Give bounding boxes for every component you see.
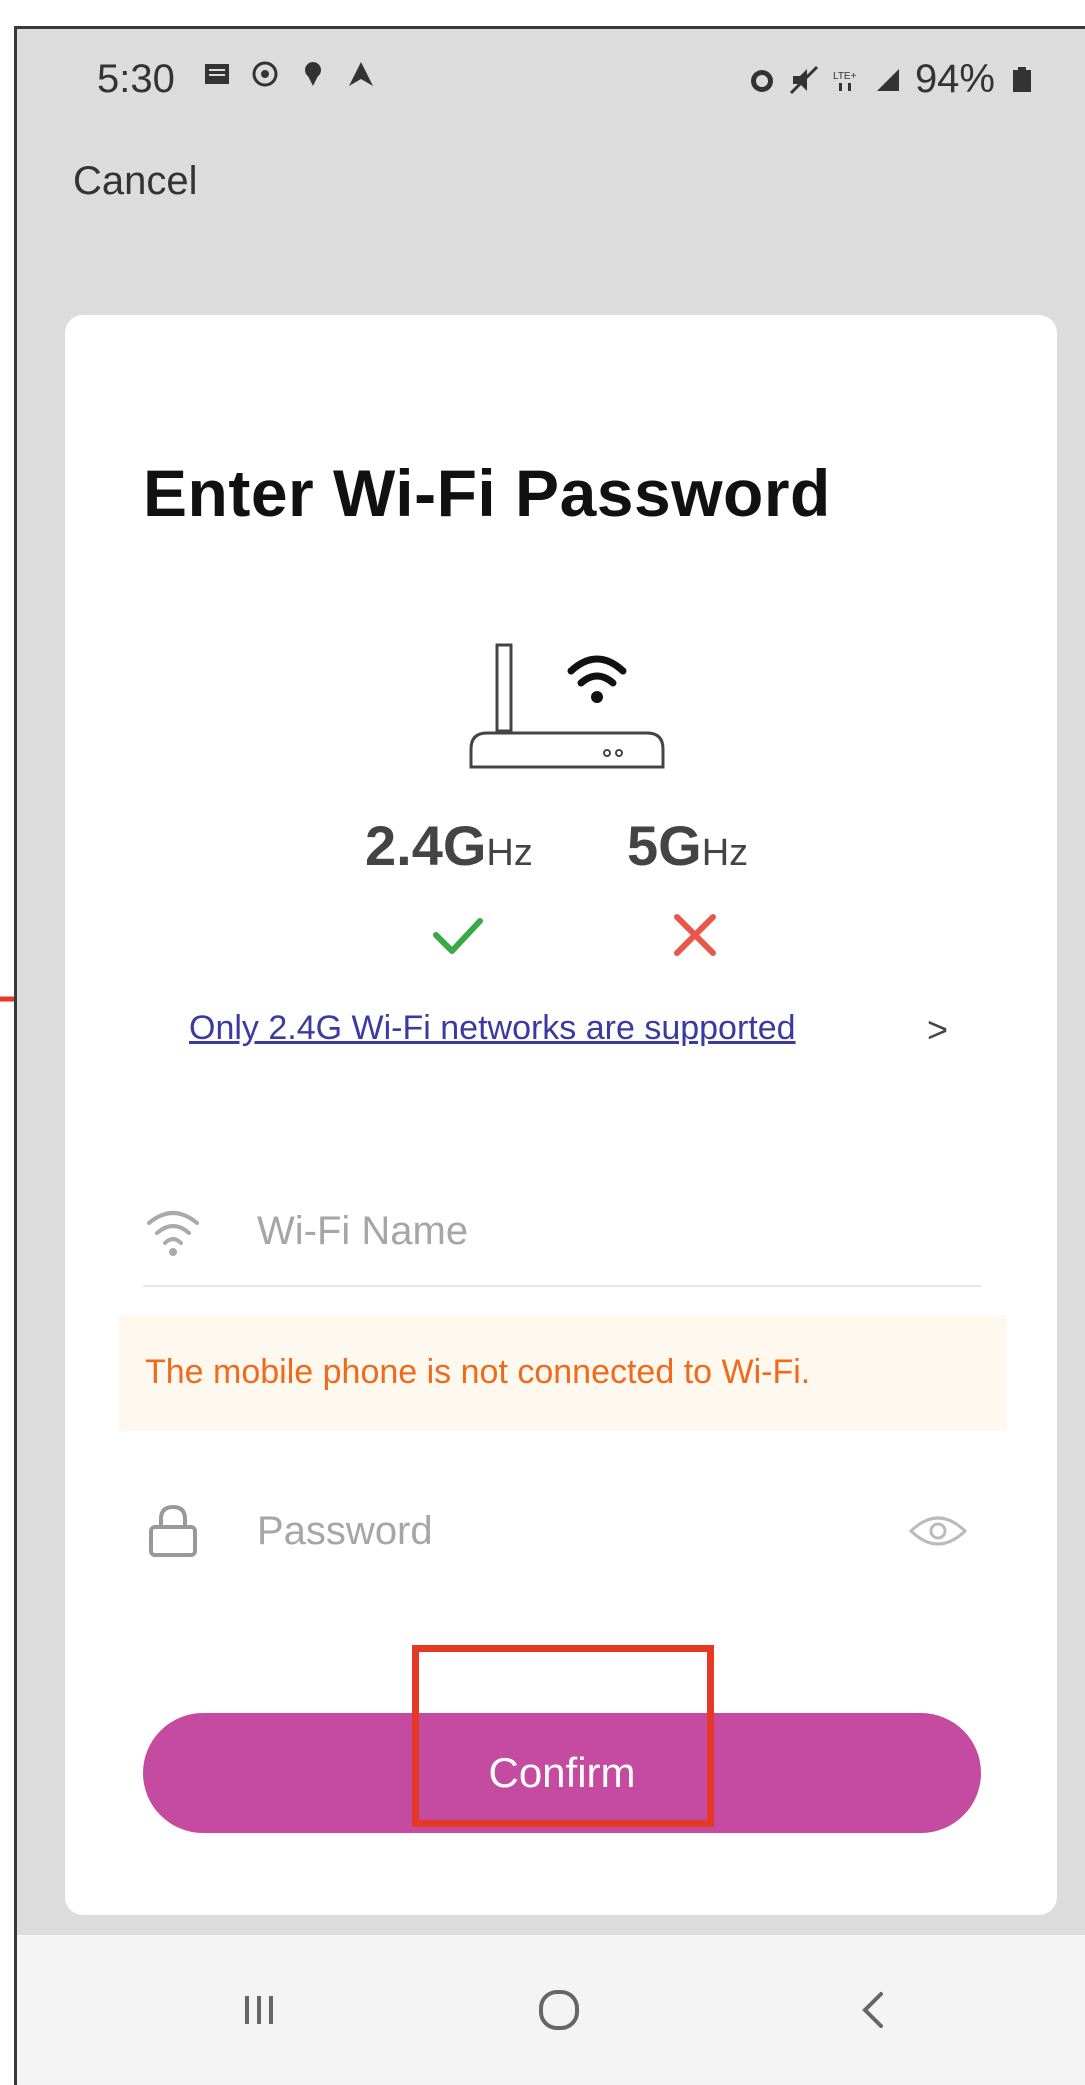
alarm-icon <box>750 69 773 92</box>
status-time: 5:30 <box>97 57 175 101</box>
band-2-4ghz-unit: Hz <box>486 832 533 874</box>
router-icon <box>469 643 665 769</box>
whatsapp-icon <box>252 61 278 87</box>
system-icons: LTE+ 94% <box>747 57 1037 102</box>
frequency-bands: 2.4GHz 5GHz <box>65 813 1057 893</box>
band-5ghz: 5GHz <box>627 813 748 878</box>
svg-text:LTE+: LTE+ <box>833 71 857 82</box>
checkmark-icon <box>433 918 483 954</box>
wifi-name-field <box>143 1175 981 1287</box>
battery-percent: 94% <box>914 57 995 101</box>
home-icon[interactable] <box>529 1980 589 2040</box>
battery-icon <box>1013 66 1031 92</box>
cancel-button[interactable]: Cancel <box>73 159 198 204</box>
back-icon[interactable] <box>843 1980 903 2040</box>
location-pin-icon <box>305 62 321 86</box>
navigation-icon <box>349 62 373 86</box>
band-2-4ghz-value: 2.4G <box>365 814 487 877</box>
lte-icon: LTE+ <box>833 71 857 91</box>
message-icon <box>205 64 229 84</box>
annotation-highlight-box <box>412 1645 714 1827</box>
wifi-icon <box>147 1211 199 1256</box>
chevron-right-icon[interactable]: > <box>927 1009 948 1051</box>
cross-icon <box>674 914 716 956</box>
password-field <box>143 1475 981 1585</box>
wifi-name-input[interactable] <box>257 1201 857 1261</box>
band-5ghz-unit: Hz <box>701 832 749 874</box>
notification-icons <box>202 59 376 89</box>
lock-icon <box>149 1504 197 1557</box>
page-title: Enter Wi-Fi Password <box>143 456 831 530</box>
password-input[interactable] <box>257 1501 857 1561</box>
band-2-4ghz: 2.4GHz <box>365 813 533 878</box>
status-bar: 5:30 LTE+ 94% <box>17 29 1085 119</box>
eye-icon[interactable] <box>907 1511 969 1551</box>
supported-networks-link[interactable]: Only 2.4G Wi-Fi networks are supported <box>189 1009 796 1048</box>
band-5ghz-value: 5G <box>627 814 702 877</box>
mute-icon <box>789 65 818 94</box>
recent-apps-icon[interactable] <box>229 1980 289 2040</box>
android-nav-bar <box>17 1935 1085 2085</box>
signal-icon <box>876 68 899 91</box>
wifi-warning: The mobile phone is not connected to Wi-… <box>119 1315 1007 1431</box>
